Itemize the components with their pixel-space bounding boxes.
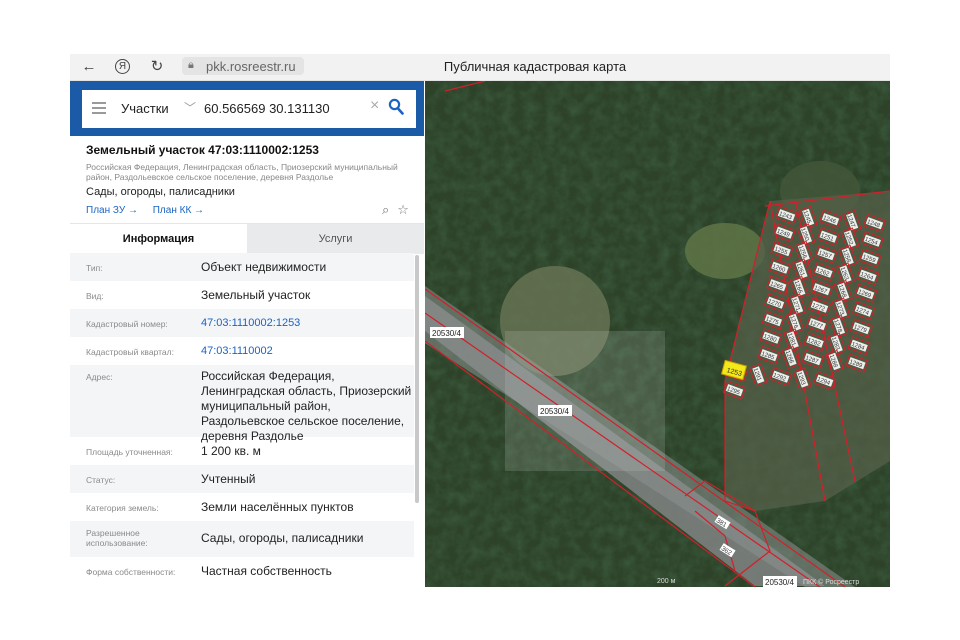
field-row: Статус: Учтенный xyxy=(70,465,414,493)
reload-icon[interactable]: ↻ xyxy=(148,58,166,76)
attribute-table: Тип: Объект недвижимости Вид: Земельный … xyxy=(70,253,414,585)
map-view[interactable]: 1243 1245 1246 1247 1248 1249 1250 1251 1252 1254… xyxy=(425,81,890,587)
field-label: Адрес: xyxy=(86,372,113,382)
field-value: Частная собственность xyxy=(201,564,332,578)
field-label: Разрешенное использование: xyxy=(86,528,148,548)
search-input[interactable]: 60.566569 30.131130 xyxy=(204,101,330,116)
field-row: Тип: Объект недвижимости xyxy=(70,253,414,281)
zoom-to-object-icon[interactable]: ⌕ xyxy=(382,202,389,217)
field-row: Адрес: Российская Федерация, Ленинградск… xyxy=(70,365,414,443)
chevron-down-icon[interactable]: ﹀ xyxy=(184,99,196,116)
field-value: 1 200 кв. м xyxy=(201,444,261,458)
field-row: Форма собственности: Частная собственнос… xyxy=(70,557,414,585)
field-label: Категория земель: xyxy=(86,503,159,513)
lock-icon: 🔒︎ xyxy=(188,59,194,71)
road-label: 20530/4 xyxy=(765,578,794,587)
field-row: Категория земель: Земли населённых пункт… xyxy=(70,493,414,521)
satellite-map[interactable]: 1243 1245 1246 1247 12481249 1250 1251 1252 1254… xyxy=(425,81,890,587)
search-bar: Участки ﹀ 60.566569 30.131130 × xyxy=(70,81,424,136)
field-label: Форма собственности: xyxy=(86,567,176,577)
plan-zu-link[interactable]: План ЗУ → xyxy=(86,205,138,216)
field-label: Кадастровый номер: xyxy=(86,319,168,329)
plan-links: План ЗУ → План КК → xyxy=(86,205,216,216)
scale-bar-label: 200 м xyxy=(657,578,676,585)
parcel-address: Российская Федерация, Ленинградская обла… xyxy=(86,162,398,182)
search-box: Участки ﹀ 60.566569 30.131130 × xyxy=(82,90,416,128)
cadastral-quarter-link[interactable]: 47:03:1110002 xyxy=(201,344,413,359)
field-value: Российская Федерация, Ленинградская обла… xyxy=(201,369,412,443)
page-title: Публичная кадастровая карта xyxy=(443,59,627,74)
field-row: Разрешенное использование: Сады, огороды… xyxy=(70,521,414,557)
clear-icon[interactable]: × xyxy=(370,97,379,115)
yandex-icon[interactable]: Я xyxy=(115,59,130,74)
field-row: Кадастровый номер: 47:03:1110002:1253 xyxy=(70,309,414,337)
field-label: Тип: xyxy=(86,263,103,273)
search-icon[interactable] xyxy=(388,98,404,116)
parcel-actions: ⌕ ☆ xyxy=(374,202,409,218)
info-panel: Участки ﹀ 60.566569 30.131130 × Земельны… xyxy=(70,81,424,587)
field-value: Земли населённых пунктов xyxy=(201,500,354,514)
back-arrow-icon[interactable]: ← xyxy=(80,58,98,76)
scrollbar[interactable] xyxy=(415,255,419,503)
road-label: 20530/4 xyxy=(540,407,569,416)
field-label: Вид: xyxy=(86,291,104,301)
road-label: 20530/4 xyxy=(432,329,461,338)
parcel-title: Земельный участок 47:03:1110002:1253 xyxy=(86,143,319,157)
field-label: Статус: xyxy=(86,475,116,485)
parcel-header: Земельный участок 47:03:1110002:1253 Рос… xyxy=(86,143,416,198)
attribution-text: ПКК © Росреестр xyxy=(803,578,859,586)
parcel-use: Сады, огороды, палисадники xyxy=(86,186,235,198)
field-row: Площадь уточненная: 1 200 кв. м xyxy=(70,437,414,465)
url-text: pkk.rosreestr.ru xyxy=(206,59,296,74)
field-value: Объект недвижимости xyxy=(201,260,327,274)
browser-toolbar: ← Я ↻ 🔒︎ pkk.rosreestr.ru Публичная када… xyxy=(70,54,890,81)
field-label: Площадь уточненная: xyxy=(86,447,173,457)
cadastral-number-link[interactable]: 47:03:1110002:1253 xyxy=(201,316,413,331)
field-row: Вид: Земельный участок xyxy=(70,281,414,309)
menu-icon[interactable] xyxy=(92,102,106,117)
tab-bar: Информация Услуги xyxy=(70,223,424,254)
field-label: Кадастровый квартал: xyxy=(86,347,174,357)
field-value: Земельный участок xyxy=(201,288,311,302)
field-value: Учтенный xyxy=(201,472,256,486)
field-row: Кадастровый квартал: 47:03:1110002 xyxy=(70,337,414,365)
tab-information[interactable]: Информация xyxy=(70,224,247,254)
search-type-select[interactable]: Участки xyxy=(121,101,169,116)
tab-services[interactable]: Услуги xyxy=(247,224,424,254)
plan-kk-link[interactable]: План КК → xyxy=(153,205,204,216)
address-bar[interactable]: 🔒︎ pkk.rosreestr.ru xyxy=(182,57,304,75)
field-value: Сады, огороды, палисадники xyxy=(201,531,364,545)
favorite-star-icon[interactable]: ☆ xyxy=(397,202,409,217)
